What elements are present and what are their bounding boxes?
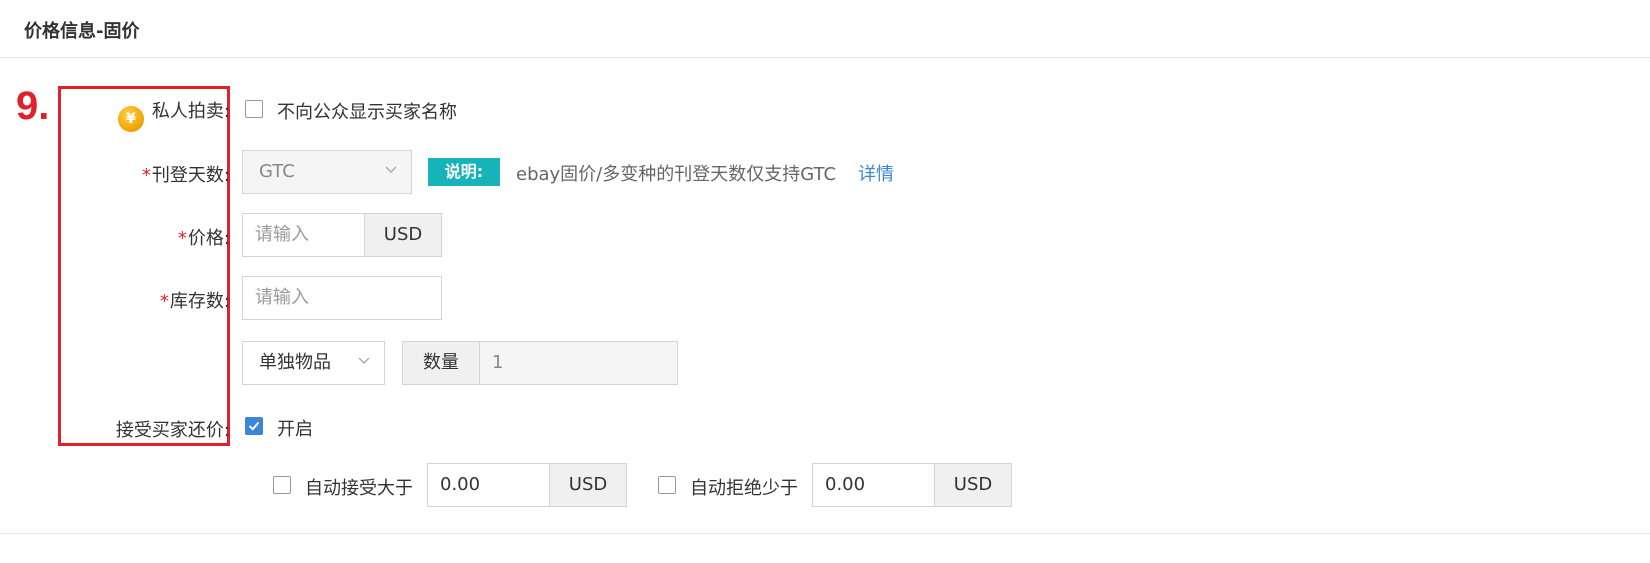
section-title: 价格信息-固价 (24, 21, 140, 42)
required-mark: * (141, 165, 151, 186)
auto-accept-input[interactable]: 0.00 (427, 463, 550, 507)
best-offer-label: 接受买家还价: (115, 420, 230, 441)
auto-decline-input[interactable]: 0.00 (812, 463, 935, 507)
price-input[interactable]: 请输入 (242, 213, 365, 257)
listing-days-note: ebay固价/多变种的刊登天数仅支持GTC (516, 164, 837, 185)
stock-input[interactable]: 请输入 (242, 276, 442, 320)
item-type-value: 单独物品 (259, 352, 331, 373)
price-label: *价格: (177, 228, 230, 249)
info-badge: 说明: (428, 158, 500, 186)
highlight-box-annotation (58, 86, 230, 446)
auto-decline-currency-addon: USD (934, 463, 1012, 507)
listing-days-value: GTC (259, 161, 295, 182)
auto-accept-label[interactable]: 自动接受大于 (305, 474, 413, 500)
listing-days-label: *刊登天数: (141, 165, 230, 186)
quantity-addon-label: 数量 (402, 341, 480, 385)
section-divider (0, 533, 1650, 534)
required-mark: * (159, 291, 169, 312)
private-auction-label: ¥ 私人拍卖: (117, 97, 230, 132)
best-offer-checkbox[interactable] (245, 417, 263, 435)
section-header: 价格信息-固价 (0, 0, 1650, 58)
step-number-annotation: 9. (16, 84, 50, 128)
auto-decline-label[interactable]: 自动拒绝少于 (690, 474, 798, 500)
required-mark: * (177, 228, 187, 249)
chevron-down-icon (358, 357, 370, 364)
price-currency-addon: USD (364, 213, 442, 257)
coin-icon: ¥ (117, 106, 144, 132)
quantity-input[interactable]: 1 (479, 341, 678, 385)
details-link[interactable]: 详情 (858, 160, 894, 186)
auto-accept-currency-addon: USD (549, 463, 627, 507)
item-type-select[interactable]: 单独物品 (242, 341, 385, 385)
stock-label: *库存数: (159, 291, 230, 312)
check-icon (248, 421, 260, 431)
best-offer-option-label[interactable]: 开启 (277, 415, 313, 441)
private-auction-option-label[interactable]: 不向公众显示买家名称 (277, 98, 457, 124)
listing-days-select[interactable]: GTC (242, 150, 412, 194)
chevron-down-icon (385, 166, 397, 173)
private-auction-checkbox[interactable] (245, 100, 263, 118)
auto-accept-checkbox[interactable] (273, 476, 291, 494)
auto-decline-checkbox[interactable] (658, 476, 676, 494)
